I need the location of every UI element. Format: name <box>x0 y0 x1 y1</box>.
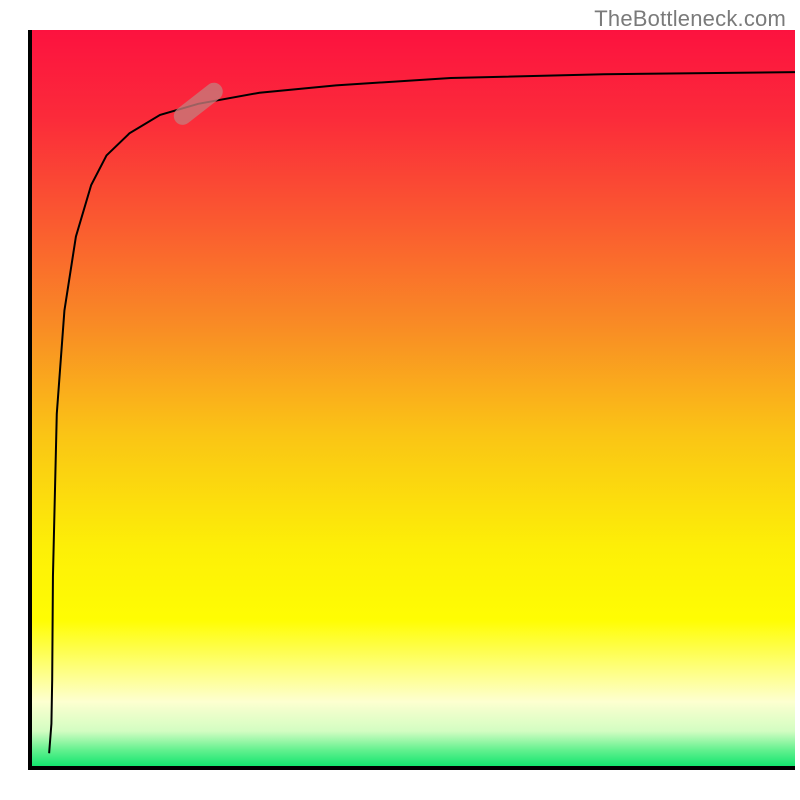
chart-container: TheBottleneck.com <box>0 0 800 800</box>
attribution-label: TheBottleneck.com <box>594 6 786 32</box>
bottleneck-chart <box>0 0 800 800</box>
plot-background <box>30 30 795 768</box>
